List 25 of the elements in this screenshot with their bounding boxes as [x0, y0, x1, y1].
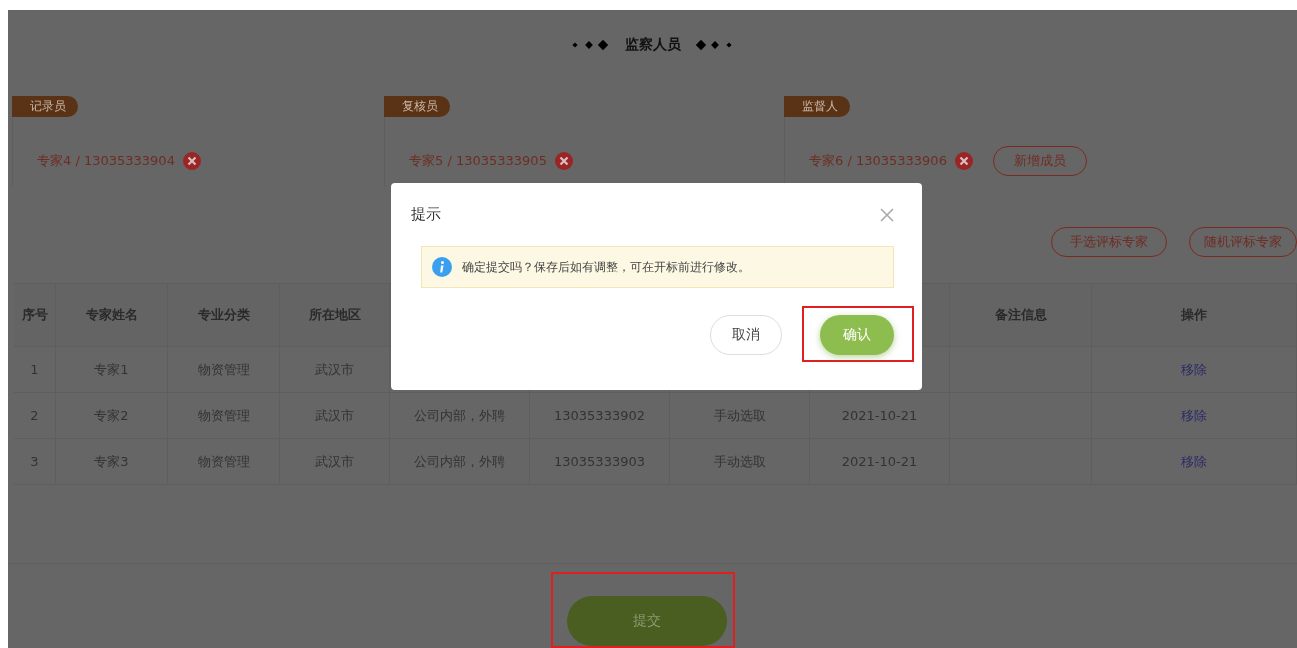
- role-label: 复核员: [384, 96, 450, 118]
- member-name: 专家5 / 13035333905: [409, 152, 547, 171]
- role-label: 监督人: [784, 96, 850, 118]
- cancel-button[interactable]: 取消: [710, 315, 782, 355]
- remove-icon[interactable]: [954, 152, 973, 171]
- confirm-button[interactable]: 确认: [820, 315, 894, 355]
- remove-link[interactable]: 移除: [1092, 439, 1297, 485]
- info-icon: [432, 257, 452, 277]
- column-header: 备注信息: [950, 284, 1092, 347]
- column-header: 序号: [14, 284, 56, 347]
- dialog-title: 提示: [411, 205, 441, 224]
- remove-link[interactable]: 移除: [1092, 393, 1297, 439]
- section-title: 监察人员: [624, 36, 681, 55]
- remove-icon[interactable]: [554, 152, 573, 171]
- column-header: 操作: [1092, 284, 1297, 347]
- member-name: 专家6 / 13035333906: [809, 152, 947, 171]
- alert-message: 确定提交吗？保存后如有调整，可在开标前进行修改。: [462, 258, 750, 276]
- member-name: 专家4 / 13035333904: [37, 152, 175, 171]
- column-header: 专业分类: [168, 284, 280, 347]
- remove-link[interactable]: 移除: [1092, 347, 1297, 393]
- column-header: 专家姓名: [56, 284, 168, 347]
- remove-icon[interactable]: [182, 152, 201, 171]
- role-label: 记录员: [12, 96, 78, 118]
- column-header: 所在地区: [280, 284, 390, 347]
- submit-button[interactable]: 提交: [566, 596, 727, 646]
